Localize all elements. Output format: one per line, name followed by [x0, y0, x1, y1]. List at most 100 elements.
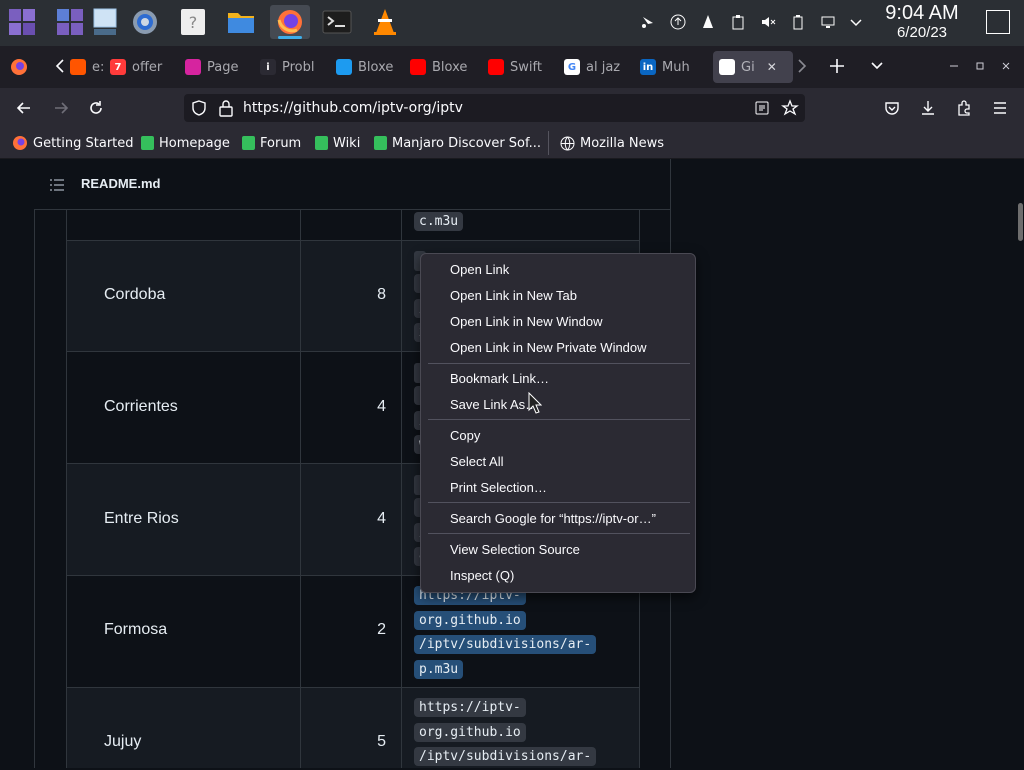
menu-open-link[interactable]: Open Link: [450, 262, 509, 277]
vlc-icon[interactable]: [369, 5, 401, 39]
tab-label: Muh: [662, 59, 690, 75]
region-name: Corrientes: [104, 398, 178, 415]
selected-link-code[interactable]: https://iptv-org.github.io/iptv/subdivis…: [414, 584, 597, 682]
menu-bookmark-link[interactable]: Bookmark Link…: [450, 371, 549, 386]
readme-title: README.md: [81, 176, 161, 191]
bookmark-label: Manjaro Discover Sof...: [392, 135, 542, 151]
manjaro-icon: [242, 136, 255, 150]
bookmark-wiki[interactable]: Wiki: [315, 134, 360, 152]
outline-list-icon[interactable]: [49, 177, 65, 196]
files-icon[interactable]: [225, 5, 257, 39]
manjaro-icon: [374, 136, 387, 150]
app-launcher-icon[interactable]: [6, 5, 38, 39]
bookmark-star-icon[interactable]: [781, 99, 799, 121]
terminal-icon[interactable]: [321, 5, 353, 39]
browser-tab[interactable]: Gal jaz: [564, 51, 636, 83]
close-tab-icon[interactable]: ✕: [767, 60, 777, 74]
tab-favicon-icon: i: [260, 59, 276, 75]
menu-save-link-as[interactable]: Save Link As…: [450, 397, 538, 412]
menu-inspect[interactable]: Inspect (Q): [450, 568, 514, 583]
peek-desktop-icon[interactable]: [986, 10, 1010, 34]
channel-count: 4: [377, 398, 386, 415]
menu-open-link-new-window[interactable]: Open Link in New Window: [450, 314, 602, 329]
tab-label: Bloxe: [358, 59, 394, 75]
globe-icon: [560, 136, 575, 150]
forward-icon[interactable]: [51, 98, 71, 118]
bookmark-forum[interactable]: Forum: [242, 134, 301, 152]
taskbar: ? 9:04 AM 6/20/23: [0, 0, 1024, 46]
extensions-icon[interactable]: [955, 99, 973, 121]
menu-select-all[interactable]: Select All: [450, 454, 503, 469]
browser-tab[interactable]: Swift: [488, 51, 558, 83]
bookmark-homepage[interactable]: Homepage: [141, 134, 230, 152]
battery-icon[interactable]: [788, 12, 808, 32]
menu-open-link-private-window[interactable]: Open Link in New Private Window: [450, 340, 647, 355]
minimize-icon[interactable]: [947, 58, 961, 77]
clipboard-icon[interactable]: [728, 12, 748, 32]
tray-expand-icon[interactable]: [846, 12, 866, 32]
reader-view-icon[interactable]: [754, 100, 770, 120]
back-icon[interactable]: [14, 98, 34, 118]
tab-label: Page: [207, 59, 239, 75]
firefox-icon[interactable]: [270, 5, 310, 39]
updates-icon[interactable]: [668, 12, 688, 32]
clock-time[interactable]: 9:04 AM: [872, 2, 972, 25]
show-desktop-icon[interactable]: [89, 5, 121, 39]
link-code[interactable]: https://iptv-org.github.io/iptv/subdivis…: [414, 696, 597, 770]
reload-icon[interactable]: [86, 98, 106, 118]
url-text[interactable]: https://github.com/iptv-org/iptv: [243, 100, 463, 116]
tab-favicon-icon: 7: [110, 59, 126, 75]
menu-open-link-new-tab[interactable]: Open Link in New Tab: [450, 288, 577, 303]
close-window-icon[interactable]: [999, 58, 1013, 77]
network-icon[interactable]: [818, 12, 838, 32]
bookmark-getting-started[interactable]: Getting Started: [12, 134, 134, 152]
tab-favicon-icon: [719, 59, 735, 75]
manjaro-icon: [315, 136, 328, 150]
browser-tab[interactable]: Page: [185, 51, 255, 83]
downloads-icon[interactable]: [919, 99, 937, 121]
channel-count: 2: [377, 621, 386, 638]
maximize-icon[interactable]: [973, 58, 987, 77]
tab-label: e:: [92, 59, 105, 75]
firefox-bookmark-icon: [13, 136, 27, 150]
browser-tab[interactable]: i Probl: [260, 51, 330, 83]
firefox-view-icon[interactable]: [10, 58, 28, 80]
help-icon[interactable]: ?: [177, 5, 209, 39]
browser-tab[interactable]: 7 offer: [110, 51, 170, 83]
lock-icon[interactable]: [218, 99, 234, 121]
settings-icon[interactable]: [129, 5, 161, 39]
channel-count: 5: [377, 733, 386, 750]
menu-separator: [428, 533, 690, 534]
tab-label: Probl: [282, 59, 315, 75]
vlc-tray-icon[interactable]: [698, 12, 718, 32]
menu-print-selection[interactable]: Print Selection…: [450, 480, 547, 495]
tab-scroll-right-icon[interactable]: [795, 57, 809, 79]
menu-search-google[interactable]: Search Google for “https://iptv-or…”: [450, 511, 656, 526]
tab-favicon-icon: [70, 59, 86, 75]
tab-favicon-icon: [488, 59, 504, 75]
tracking-protection-icon[interactable]: [190, 99, 208, 121]
menu-separator: [428, 419, 690, 420]
region-name: Jujuy: [104, 733, 142, 750]
menu-copy[interactable]: Copy: [450, 428, 480, 443]
link-code[interactable]: c.m3u: [414, 210, 464, 235]
bookmark-manjaro-discover[interactable]: Manjaro Discover Sof...: [374, 134, 541, 152]
menu-icon[interactable]: [991, 99, 1009, 121]
list-all-tabs-icon[interactable]: [869, 58, 885, 78]
browser-tab[interactable]: Bloxe: [336, 51, 406, 83]
kde-connect-icon[interactable]: [638, 12, 658, 32]
browser-tab[interactable]: e:: [70, 51, 110, 83]
menu-view-selection-source[interactable]: View Selection Source: [450, 542, 580, 557]
browser-tab[interactable]: in Muh: [640, 51, 706, 83]
channel-count: 4: [377, 510, 386, 527]
browser-tab[interactable]: Gi ✕: [713, 51, 793, 83]
pocket-icon[interactable]: [883, 99, 901, 121]
new-tab-icon[interactable]: [828, 57, 846, 79]
volume-muted-icon[interactable]: [758, 12, 778, 32]
browser-tab[interactable]: Bloxe: [410, 51, 480, 83]
bookmark-mozilla-news[interactable]: Mozilla News: [560, 134, 664, 152]
page-scrollbar[interactable]: [1018, 203, 1023, 241]
virtual-desktops-icon[interactable]: [54, 5, 86, 39]
clock-date[interactable]: 6/20/23: [872, 24, 972, 41]
tab-scroll-left-icon[interactable]: [53, 57, 67, 79]
